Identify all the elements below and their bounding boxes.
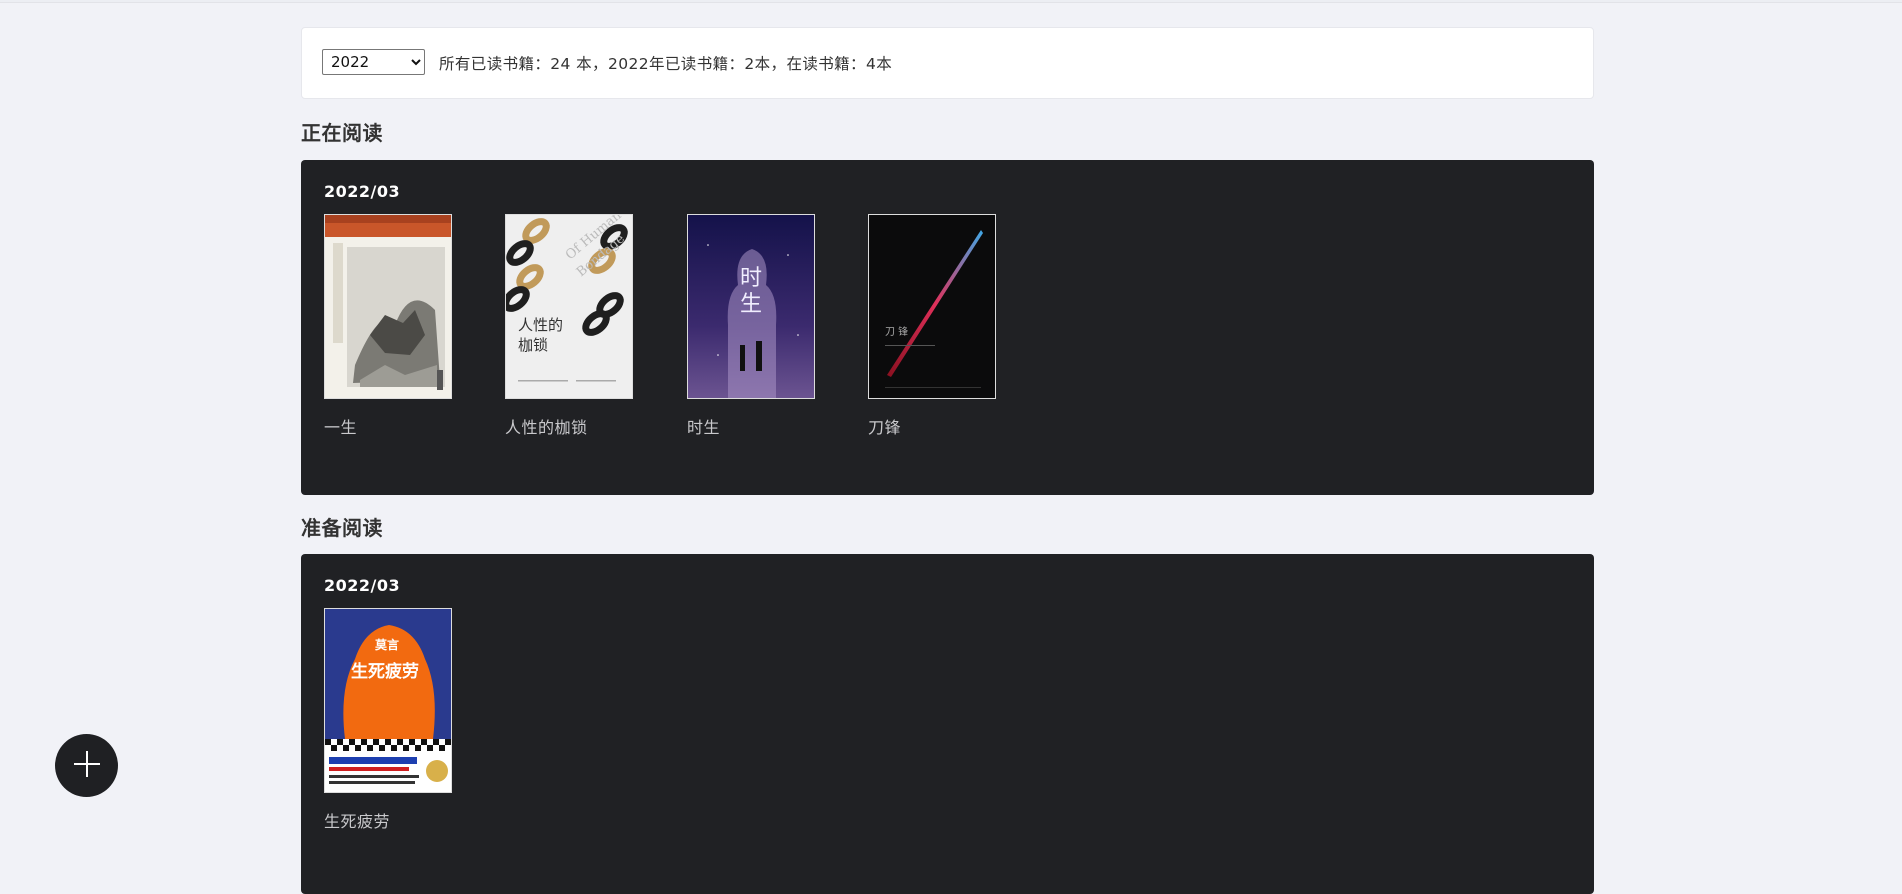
svg-text:人性的: 人性的	[518, 316, 563, 334]
reading-stats: 所有已读书籍：24 本，2022年已读书籍：2本，在读书籍：4本	[439, 55, 893, 73]
svg-text:刀 锋: 刀 锋	[885, 325, 908, 338]
book-card[interactable]: 一生	[324, 214, 452, 438]
top-border	[0, 0, 1902, 3]
book-title[interactable]: 生死疲劳	[324, 808, 452, 832]
filter-bar: 2022 所有已读书籍：24 本，2022年已读书籍：2本，在读书籍：4本	[301, 27, 1594, 99]
book-title[interactable]: 人性的枷锁	[505, 414, 633, 438]
svg-text:枷锁: 枷锁	[518, 336, 548, 354]
shelf-date: 2022/03	[324, 576, 401, 595]
book-card[interactable]: Of Human Bondage 人性的 枷锁 人性的枷锁	[505, 214, 633, 438]
svg-text:生: 生	[740, 292, 762, 317]
shelf-reading: 2022/03 一生 Of Human Bondage 人性的 枷锁 人性的枷锁…	[301, 160, 1594, 495]
svg-text:时: 时	[740, 266, 762, 291]
section-title-to-read: 准备阅读	[301, 516, 383, 540]
book-card[interactable]: 时 生 时生	[687, 214, 815, 438]
shelf-date: 2022/03	[324, 182, 401, 201]
plus-icon	[71, 748, 103, 784]
book-card[interactable]: 莫言 生死疲劳 生死疲劳	[324, 608, 452, 832]
book-card[interactable]: 刀 锋 刀锋	[868, 214, 996, 438]
book-cover[interactable]: Of Human Bondage 人性的 枷锁	[505, 214, 633, 399]
book-title[interactable]: 刀锋	[868, 414, 996, 438]
book-cover[interactable]: 莫言 生死疲劳	[324, 608, 452, 793]
section-title-reading: 正在阅读	[301, 121, 383, 145]
year-select[interactable]: 2022	[322, 49, 425, 75]
shelf-to-read: 2022/03 莫言 生死疲劳 生死疲劳	[301, 554, 1594, 894]
book-cover[interactable]: 刀 锋	[868, 214, 996, 399]
svg-text:生死疲劳: 生死疲劳	[351, 661, 419, 682]
svg-text:莫言: 莫言	[375, 637, 399, 652]
book-cover[interactable]: 时 生	[687, 214, 815, 399]
book-title[interactable]: 一生	[324, 414, 452, 438]
add-book-button[interactable]	[55, 734, 118, 797]
book-cover[interactable]	[324, 214, 452, 399]
book-title[interactable]: 时生	[687, 414, 815, 438]
